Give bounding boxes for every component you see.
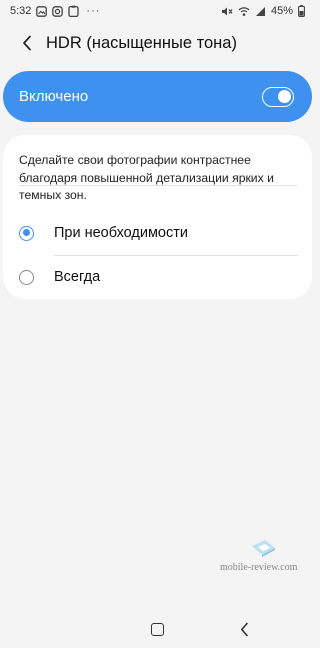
master-switch-bar[interactable]: Включено [3, 71, 312, 122]
option-label: Всегда [54, 269, 101, 285]
watermark: mobile-review.com [220, 538, 310, 578]
feature-description: Сделайте свои фотографии контрастнее бла… [19, 153, 274, 202]
option-always[interactable]: Всегда [3, 255, 312, 299]
radio-button-checked[interactable] [19, 225, 34, 241]
status-bar-right: 45% [221, 5, 305, 17]
status-bar: 5:32 ··· 45% [0, 0, 315, 22]
notifications-overflow-icon: ··· [86, 5, 101, 17]
gallery-icon [36, 5, 48, 17]
signal-icon [255, 6, 266, 17]
options-card: Сделайте свои фотографии контрастнее бла… [3, 135, 312, 299]
vowifi-icon [238, 6, 250, 17]
toggle-knob [278, 89, 291, 103]
home-icon[interactable] [151, 623, 164, 636]
page-title: HDR (насыщенные тона) [46, 33, 237, 52]
back-button[interactable] [10, 26, 44, 60]
status-bar-left: 5:32 ··· [10, 5, 100, 17]
back-arrow-icon [23, 35, 31, 51]
instagram-icon [52, 5, 64, 17]
app-header: HDR (насыщенные тона) [0, 26, 315, 60]
radio-button-unchecked[interactable] [19, 269, 34, 285]
watermark-logo-icon [252, 540, 275, 557]
option-when-needed[interactable]: При необходимости [3, 211, 312, 255]
back-icon[interactable] [240, 622, 249, 642]
status-time: 5:32 [10, 5, 32, 17]
divider [19, 185, 298, 186]
battery-icon [298, 5, 305, 17]
clipboard-icon [68, 5, 80, 17]
battery-percent: 45% [270, 5, 293, 17]
option-label: При необходимости [54, 225, 188, 241]
navigation-bar [0, 610, 315, 648]
master-toggle-switch[interactable] [262, 86, 294, 107]
mute-icon [221, 6, 233, 17]
watermark-text: mobile-review.com [220, 562, 298, 573]
master-switch-label: Включено [19, 88, 89, 105]
